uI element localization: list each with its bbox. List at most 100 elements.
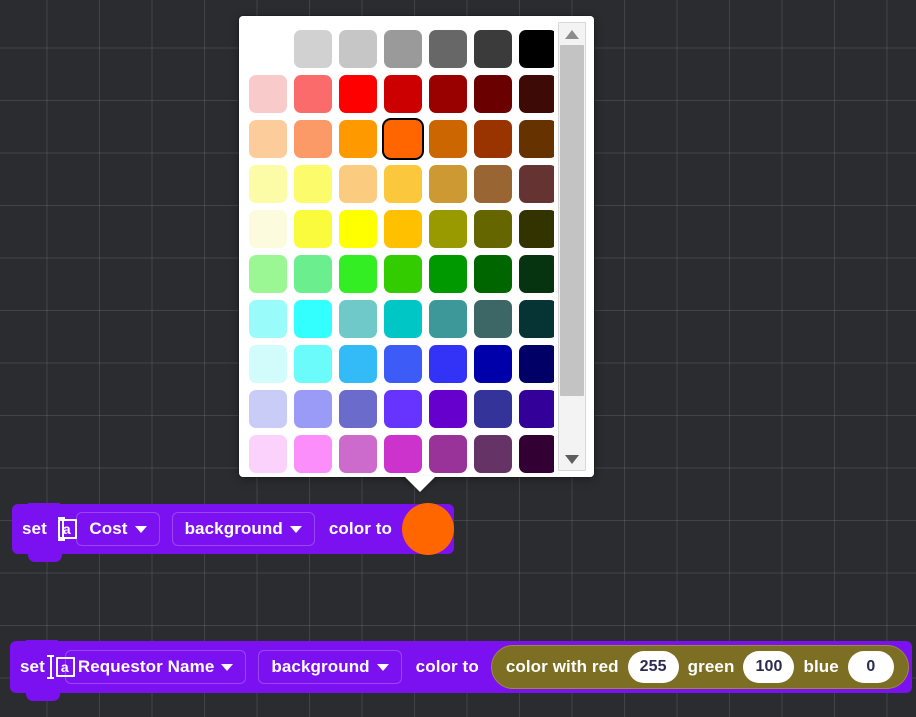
color-swatch-fbfb6b[interactable] <box>293 164 332 203</box>
color-swatch-cell[interactable] <box>245 386 290 431</box>
color-swatch-cell[interactable] <box>425 26 470 71</box>
color-swatch-cell[interactable] <box>290 206 335 251</box>
color-swatch-cell[interactable] <box>425 431 470 476</box>
color-swatch-cell[interactable] <box>290 296 335 341</box>
scrollbar-track[interactable] <box>558 22 586 471</box>
color-swatch-cell[interactable] <box>335 341 380 386</box>
color-swatch-663366[interactable] <box>473 434 512 473</box>
color-swatch-330033[interactable] <box>518 434 557 473</box>
color-swatch-fb9a66[interactable] <box>293 119 332 158</box>
color-swatch-0000aa[interactable] <box>473 344 512 383</box>
color-swatch-006600[interactable] <box>473 254 512 293</box>
color-swatch-fcfca7[interactable] <box>248 164 287 203</box>
color-swatch-999900[interactable] <box>428 209 467 248</box>
color-swatch-063310[interactable] <box>518 254 557 293</box>
color-swatch-cell[interactable] <box>380 431 425 476</box>
color-swatch-cell[interactable] <box>380 26 425 71</box>
color-swatch-cell[interactable] <box>335 251 380 296</box>
color-swatch-cc9933[interactable] <box>428 164 467 203</box>
color-swatch-cc6600[interactable] <box>428 119 467 158</box>
color-swatch-cell[interactable] <box>335 71 380 116</box>
color-swatch-ffffff[interactable] <box>248 29 287 68</box>
color-swatch-3d0a05[interactable] <box>518 74 557 113</box>
color-swatch-cell[interactable] <box>425 116 470 161</box>
color-swatch-9a9a9a[interactable] <box>383 29 422 68</box>
color-swatch-cell[interactable] <box>425 161 470 206</box>
scroll-down-arrow[interactable] <box>559 448 585 470</box>
color-swatch-fbc73d[interactable] <box>383 164 422 203</box>
color-swatch-33ee22[interactable] <box>338 254 377 293</box>
color-swatch-cell[interactable] <box>470 296 515 341</box>
color-picker-scrollbar[interactable] <box>554 16 594 477</box>
color-swatch-009900[interactable] <box>428 254 467 293</box>
blue-value-input[interactable]: 0 <box>847 651 894 683</box>
color-swatch-cell[interactable] <box>425 296 470 341</box>
color-swatch-cell[interactable] <box>425 71 470 116</box>
color-swatch-996633[interactable] <box>473 164 512 203</box>
color-swatch-6b0000[interactable] <box>473 74 512 113</box>
color-swatch-6633ff[interactable] <box>383 389 422 428</box>
color-swatch-fbcc80[interactable] <box>338 164 377 203</box>
color-swatch-cell[interactable] <box>290 116 335 161</box>
color-swatch-cell[interactable] <box>425 251 470 296</box>
color-swatch-d1d1d1[interactable] <box>293 29 332 68</box>
color-swatch-00c6c6[interactable] <box>383 299 422 338</box>
color-swatch-cell[interactable] <box>470 116 515 161</box>
color-swatch-33cc00[interactable] <box>383 254 422 293</box>
color-swatch-cell[interactable] <box>335 26 380 71</box>
color-swatch-cell[interactable] <box>245 251 290 296</box>
color-swatch-000000[interactable] <box>518 29 557 68</box>
scroll-up-arrow[interactable] <box>559 23 585 45</box>
color-swatch-3d6666[interactable] <box>473 299 512 338</box>
color-swatch-ffc000[interactable] <box>383 209 422 248</box>
color-swatch-cell[interactable] <box>380 386 425 431</box>
color-swatch-d2fbfb[interactable] <box>248 344 287 383</box>
color-swatch-ffff00[interactable] <box>338 209 377 248</box>
color-swatch-cell[interactable] <box>290 386 335 431</box>
variable-name-dropdown-requestor-name[interactable]: Requestor Name <box>64 650 247 684</box>
block-set-cost-background-color[interactable]: set a Cost background color to <box>12 503 454 562</box>
color-swatch-ff0000[interactable] <box>338 74 377 113</box>
color-swatch-cell[interactable] <box>335 386 380 431</box>
color-swatch-cell[interactable] <box>335 296 380 341</box>
color-swatch-fbd2fb[interactable] <box>248 434 287 473</box>
color-swatch-cell[interactable] <box>335 161 380 206</box>
color-swatch-cell[interactable] <box>425 386 470 431</box>
color-swatch-9afbfb[interactable] <box>248 299 287 338</box>
color-swatch-c8ccf7[interactable] <box>248 389 287 428</box>
color-swatch-cell[interactable] <box>470 341 515 386</box>
color-swatch-button[interactable] <box>402 503 454 555</box>
color-swatch-6bef8e[interactable] <box>293 254 332 293</box>
block-set-requestor-name-background-color[interactable]: set a Requestor Name background color to… <box>10 640 912 701</box>
color-swatch-cell[interactable] <box>290 341 335 386</box>
color-swatch-ff9900[interactable] <box>338 119 377 158</box>
color-swatch-3333f7[interactable] <box>428 344 467 383</box>
property-dropdown-background-2[interactable]: background <box>258 650 402 684</box>
color-swatch-330099[interactable] <box>518 389 557 428</box>
color-swatch-cell[interactable] <box>290 71 335 116</box>
color-swatch-063333[interactable] <box>518 299 557 338</box>
color-swatch-cell[interactable] <box>290 26 335 71</box>
color-swatch-6600cc[interactable] <box>428 389 467 428</box>
color-swatch-cell[interactable] <box>245 116 290 161</box>
color-swatch-663300[interactable] <box>518 119 557 158</box>
color-swatch-cell[interactable] <box>380 251 425 296</box>
green-value-input[interactable]: 100 <box>743 651 795 683</box>
color-swatch-33bbf7[interactable] <box>338 344 377 383</box>
color-swatch-ff6600[interactable] <box>383 119 422 158</box>
color-swatch-333300[interactable] <box>518 209 557 248</box>
color-swatch-6bfbfb[interactable] <box>293 344 332 383</box>
color-swatch-fbfb3d[interactable] <box>293 209 332 248</box>
color-swatch-000066[interactable] <box>518 344 557 383</box>
color-swatch-cell[interactable] <box>380 161 425 206</box>
color-swatch-fdfbdd[interactable] <box>248 209 287 248</box>
color-swatch-666600[interactable] <box>473 209 512 248</box>
color-swatch-cell[interactable] <box>470 386 515 431</box>
color-swatch-cell[interactable] <box>335 116 380 161</box>
color-swatch-cell[interactable] <box>470 431 515 476</box>
variable-name-dropdown-cost[interactable]: Cost <box>76 512 160 546</box>
color-swatch-cell[interactable] <box>470 26 515 71</box>
color-swatch-cell[interactable] <box>245 161 290 206</box>
color-swatch-cell[interactable] <box>290 431 335 476</box>
color-swatch-cell[interactable] <box>470 251 515 296</box>
